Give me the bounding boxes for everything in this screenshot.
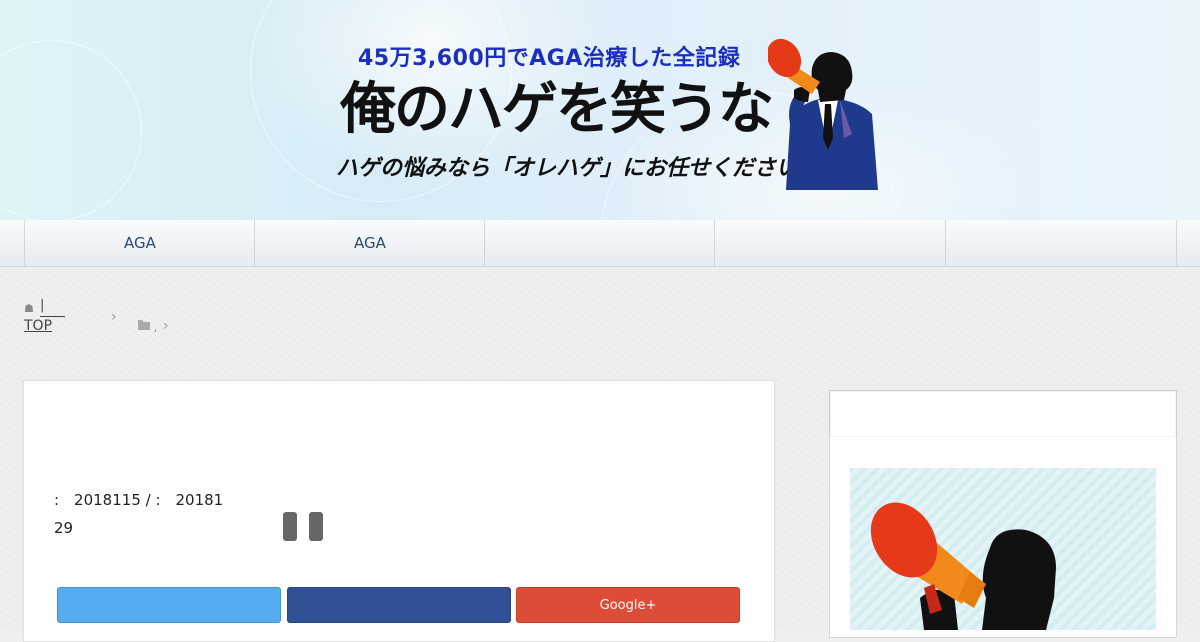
chevron-right-icon: › xyxy=(111,309,117,325)
breadcrumb-link-top[interactable]: TOP xyxy=(24,318,52,334)
breadcrumb-link-home[interactable]: | xyxy=(40,298,65,317)
nav-item-3[interactable] xyxy=(484,220,715,266)
nav-item-label: AGA xyxy=(354,234,386,252)
megaphone-man-icon xyxy=(768,38,878,190)
nav-item-5[interactable] xyxy=(945,220,1177,266)
google-plus-share-button[interactable]: Google+ xyxy=(516,587,740,623)
post-date-line: 29 xyxy=(54,519,74,537)
megaphone-icon xyxy=(870,502,1056,630)
home-icon: ☗ xyxy=(24,302,34,315)
global-nav: AGA AGA xyxy=(0,220,1200,267)
header-banner[interactable]: 45万3,600円でAGA治療した全記録 俺のハゲを笑うな ハゲの悩みなら「オレ… xyxy=(0,0,1200,392)
facebook-share-button[interactable] xyxy=(287,587,511,623)
nav-item-aga-1[interactable]: AGA xyxy=(24,220,255,266)
post-date-line: : 2018115 / : 20181 xyxy=(54,491,224,509)
chevron-right-icon: › xyxy=(163,318,169,334)
sidebar-profile-image[interactable] xyxy=(850,468,1156,630)
tag-badge[interactable] xyxy=(309,512,323,541)
share-label: Google+ xyxy=(599,597,657,613)
tag-badge[interactable] xyxy=(283,512,297,541)
header-tagline: ハゲの悩みなら「オレハゲ」にお任せください。 xyxy=(336,156,821,181)
nav-item-label: AGA xyxy=(124,234,156,252)
breadcrumb-category-link[interactable]: , xyxy=(154,324,157,334)
post-dates: : 2018115 / : 20181 29 xyxy=(54,486,264,542)
decorative-bubble xyxy=(0,40,142,222)
twitter-share-button[interactable] xyxy=(57,587,281,623)
header-catchphrase: 45万3,600円でAGA治療した全記録 xyxy=(358,46,741,71)
nav-item-4[interactable] xyxy=(714,220,945,266)
sidebar-widget-header xyxy=(829,390,1177,438)
nav-item-aga-2[interactable]: AGA xyxy=(254,220,485,266)
site-title[interactable]: 俺のハゲを笑うな xyxy=(340,78,774,142)
folder-icon xyxy=(138,320,150,330)
